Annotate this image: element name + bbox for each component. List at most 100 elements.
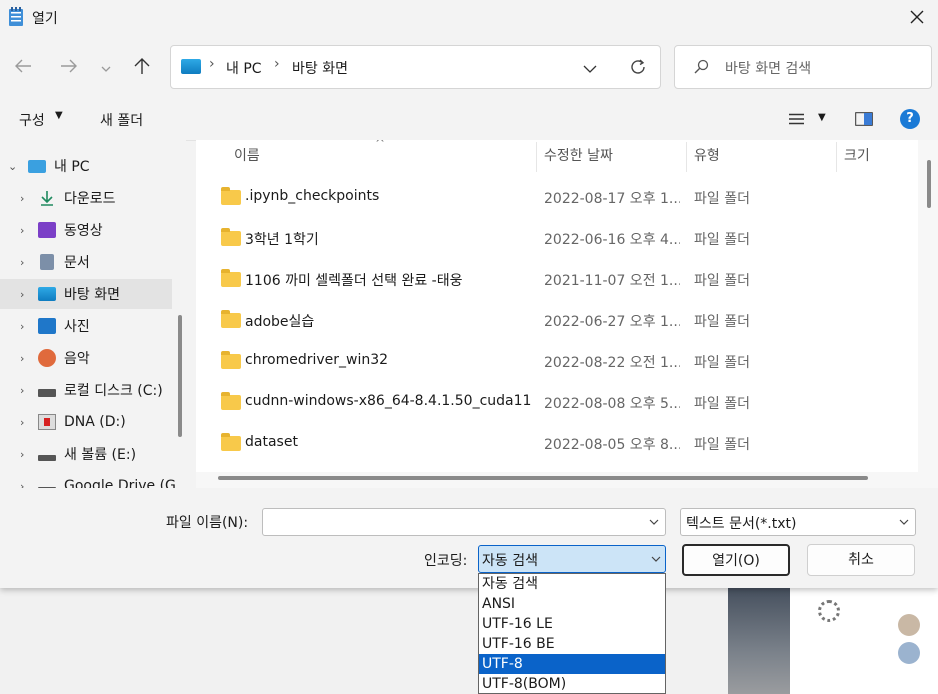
preview-pane-icon[interactable] xyxy=(855,112,873,130)
encoding-option[interactable]: UTF-16 LE xyxy=(479,614,665,634)
settings-gear-icon xyxy=(818,600,840,622)
vertical-scroll-thumb[interactable] xyxy=(927,160,931,208)
breadcrumb-separator-icon: › xyxy=(209,56,215,72)
view-options-icon[interactable] xyxy=(789,113,804,129)
collapsed-chevron-icon[interactable]: › xyxy=(20,224,24,237)
sidebar-item-volume-e[interactable]: › 새 볼륨 (E:) xyxy=(0,439,172,469)
collapsed-chevron-icon[interactable]: › xyxy=(20,448,24,461)
file-name: adobe실습 xyxy=(245,314,315,330)
sidebar-item-pictures[interactable]: › 사진 xyxy=(0,311,172,341)
navigation-pane: ⌄ 내 PC › 다운로드 › 동영상 › 문서 › 바탕 화면 › 사진 › … xyxy=(0,140,186,488)
encoding-option-highlighted[interactable]: UTF-8 xyxy=(479,654,665,674)
file-list-horizontal-scrollbar[interactable] xyxy=(196,472,918,488)
column-header-modified[interactable]: 수정한 날짜 xyxy=(544,140,613,172)
encoding-select[interactable]: 자동 검색 xyxy=(478,545,666,573)
sidebar-item-downloads[interactable]: › 다운로드 xyxy=(0,183,172,213)
search-box[interactable]: 바탕 화면 검색 xyxy=(674,45,932,89)
column-divider[interactable] xyxy=(836,142,837,172)
sidebar-item-label: 동영상 xyxy=(64,223,103,239)
address-bar[interactable]: › 내 PC › 바탕 화면 xyxy=(170,45,661,89)
encoding-chevron-icon[interactable] xyxy=(651,556,661,563)
file-row[interactable]: 1106 까미 셀렉폴더 선택 완료 -태웅 2021-11-07 오전 1..… xyxy=(196,260,918,301)
address-history-chevron-icon[interactable] xyxy=(583,62,597,78)
file-name: .ipynb_checkpoints xyxy=(245,188,380,204)
file-type: 파일 폴더 xyxy=(694,273,750,289)
file-type-chevron-icon[interactable] xyxy=(899,519,909,526)
file-row[interactable]: chromedriver_win32 2022-08-22 오전 1... 파일… xyxy=(196,342,918,383)
file-type-select[interactable]: 텍스트 문서(*.txt) xyxy=(680,508,916,536)
column-divider[interactable] xyxy=(536,142,537,172)
new-folder-button[interactable]: 새 폴더 xyxy=(100,110,143,130)
encoding-dropdown-list: 자동 검색 ANSI UTF-16 LE UTF-16 BE UTF-8 UTF… xyxy=(478,573,666,694)
horizontal-scroll-thumb[interactable] xyxy=(218,476,868,480)
sidebar-item-desktop[interactable]: › 바탕 화면 xyxy=(0,279,172,309)
collapsed-chevron-icon[interactable]: › xyxy=(20,192,24,205)
document-icon xyxy=(40,254,54,270)
folder-icon xyxy=(221,433,241,451)
file-date: 2022-08-08 오후 5... xyxy=(544,396,680,412)
sidebar-item-dna-d[interactable]: › DNA (D:) xyxy=(0,407,172,437)
expanded-chevron-icon[interactable]: ⌄ xyxy=(8,160,17,173)
column-divider[interactable] xyxy=(686,142,687,172)
file-name: dataset xyxy=(245,434,298,450)
file-list-vertical-scrollbar[interactable] xyxy=(918,140,938,488)
collapsed-chevron-icon[interactable]: › xyxy=(20,320,24,333)
sidebar-item-label: 문서 xyxy=(64,255,90,271)
sidebar-item-google-drive[interactable]: › Google Drive (G xyxy=(0,471,176,489)
open-button[interactable]: 열기(O) xyxy=(682,544,790,576)
sidebar-item-music[interactable]: › 음악 xyxy=(0,343,172,373)
filename-input[interactable] xyxy=(262,508,666,536)
collapsed-chevron-icon[interactable]: › xyxy=(20,352,24,365)
avatar xyxy=(898,614,920,636)
view-dropdown-icon[interactable]: ▼ xyxy=(818,112,826,123)
file-name: cudnn-windows-x86_64-8.4.1.50_cuda11.... xyxy=(245,393,531,409)
file-date: 2021-11-07 오전 1... xyxy=(544,273,680,289)
sidebar-item-local-disk-c[interactable]: › 로컬 디스크 (C:) xyxy=(0,375,172,405)
folder-icon xyxy=(221,392,241,410)
encoding-option[interactable]: 자동 검색 xyxy=(479,574,665,594)
breadcrumb-item-desktop[interactable]: 바탕 화면 xyxy=(292,58,348,78)
file-row[interactable]: dataset 2022-08-05 오후 8... 파일 폴더 xyxy=(196,424,918,465)
sidebar-item-label: 바탕 화면 xyxy=(64,287,120,303)
refresh-icon[interactable] xyxy=(629,58,647,80)
sort-ascending-icon: ^ xyxy=(375,140,386,150)
title-bar: 열기 xyxy=(0,0,938,36)
cancel-button[interactable]: 취소 xyxy=(807,544,915,576)
file-row[interactable]: 3학년 1학기 2022-06-16 오후 4... 파일 폴더 xyxy=(196,219,918,260)
file-row[interactable]: cudnn-windows-x86_64-8.4.1.50_cuda11....… xyxy=(196,383,918,424)
up-arrow-icon[interactable] xyxy=(132,57,152,79)
file-row[interactable]: adobe실습 2022-06-27 오후 1... 파일 폴더 xyxy=(196,301,918,342)
collapsed-chevron-icon[interactable]: › xyxy=(20,384,24,397)
recent-locations-chevron-icon[interactable] xyxy=(98,61,114,77)
close-icon[interactable] xyxy=(910,10,924,24)
sidebar-item-this-pc[interactable]: ⌄ 내 PC xyxy=(0,151,172,181)
file-type: 파일 폴더 xyxy=(694,314,750,330)
file-date: 2022-08-17 오후 1... xyxy=(544,191,680,207)
file-row[interactable]: .ipynb_checkpoints 2022-08-17 오후 1... 파일… xyxy=(196,178,918,219)
organize-dropdown-icon: ▼ xyxy=(55,110,63,121)
window-title: 열기 xyxy=(32,11,58,27)
sidebar-scrollbar[interactable] xyxy=(178,315,182,437)
column-header-type[interactable]: 유형 xyxy=(694,140,720,172)
filename-history-chevron-icon[interactable] xyxy=(649,519,659,526)
sidebar-item-videos[interactable]: › 동영상 xyxy=(0,215,172,245)
breadcrumb-item-pc[interactable]: 내 PC xyxy=(226,58,262,78)
pc-icon xyxy=(28,160,46,173)
encoding-option[interactable]: UTF-16 BE xyxy=(479,634,665,654)
pictures-icon xyxy=(38,318,56,334)
download-icon xyxy=(38,190,56,206)
sidebar-item-documents[interactable]: › 문서 xyxy=(0,247,172,277)
filename-label: 파일 이름(N): xyxy=(166,515,249,531)
help-icon[interactable]: ? xyxy=(900,109,920,129)
forward-arrow-icon[interactable] xyxy=(58,58,80,78)
encoding-option[interactable]: UTF-8(BOM) xyxy=(479,674,665,694)
column-header-size[interactable]: 크기 xyxy=(844,140,870,172)
column-header-name[interactable]: 이름 xyxy=(234,140,260,172)
collapsed-chevron-icon[interactable]: › xyxy=(20,480,24,489)
collapsed-chevron-icon[interactable]: › xyxy=(20,288,24,301)
encoding-option[interactable]: ANSI xyxy=(479,594,665,614)
back-arrow-icon[interactable] xyxy=(12,58,34,78)
collapsed-chevron-icon[interactable]: › xyxy=(20,416,24,429)
organize-button[interactable]: 구성 xyxy=(19,110,45,130)
collapsed-chevron-icon[interactable]: › xyxy=(20,256,24,269)
